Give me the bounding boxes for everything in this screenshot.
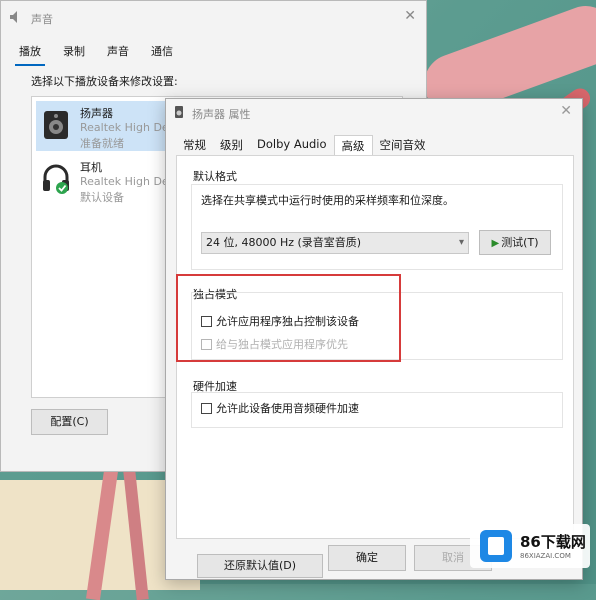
device-name: 耳机 bbox=[80, 161, 102, 174]
format-dropdown-value: 24 位, 48000 Hz (录音室音质) bbox=[206, 236, 362, 249]
brand-logo-icon bbox=[480, 530, 512, 562]
tab-communications[interactable]: 通信 bbox=[147, 41, 177, 66]
tab-playback[interactable]: 播放 bbox=[15, 41, 45, 66]
tab-sounds[interactable]: 声音 bbox=[103, 41, 133, 66]
format-dropdown[interactable]: 24 位, 48000 Hz (录音室音质) ▾ bbox=[201, 232, 469, 254]
allow-hw-label: 允许此设备使用音频硬件加速 bbox=[216, 402, 359, 415]
device-status: 准备就绪 bbox=[80, 137, 124, 150]
allow-hw-checkbox-row[interactable]: 允许此设备使用音频硬件加速 bbox=[201, 400, 359, 416]
speaker-icon bbox=[44, 111, 68, 139]
play-icon: ▶ bbox=[491, 238, 500, 249]
tab-bar: 播放 录制 声音 通信 bbox=[15, 41, 177, 66]
ok-button[interactable]: 确定 bbox=[328, 545, 406, 571]
titlebar: 声音 ✕ bbox=[1, 1, 426, 33]
allow-hw-checkbox[interactable] bbox=[201, 402, 212, 414]
restore-defaults-button[interactable]: 还原默认值(D) bbox=[197, 554, 323, 578]
speaker-icon bbox=[10, 11, 17, 23]
test-button-label: 测试(T) bbox=[501, 236, 539, 249]
chevron-down-icon: ▾ bbox=[458, 237, 464, 248]
default-format-label: 默认格式 bbox=[193, 170, 237, 183]
device-driver: Realtek High Defi bbox=[80, 175, 176, 188]
tab-recording[interactable]: 录制 bbox=[59, 41, 89, 66]
device-status: 默认设备 bbox=[80, 191, 124, 204]
default-format-description: 选择在共享模式中运行时使用的采样频率和位深度。 bbox=[201, 194, 454, 207]
close-icon[interactable]: ✕ bbox=[404, 8, 416, 24]
dialog-title: 扬声器 属性 bbox=[192, 108, 251, 121]
watermark-brand: 86下载网 bbox=[520, 533, 586, 551]
close-icon[interactable]: ✕ bbox=[560, 103, 572, 119]
watermark-sub: 86XIAZAI.COM bbox=[520, 552, 571, 560]
watermark: 86下载网 86XIAZAI.COM bbox=[470, 524, 590, 568]
test-button[interactable]: ▶ 测试(T) bbox=[479, 230, 551, 255]
speaker-icon bbox=[175, 106, 183, 118]
device-name: 扬声器 bbox=[80, 107, 113, 120]
window-title: 声音 bbox=[31, 13, 53, 26]
headphones-icon bbox=[43, 164, 69, 194]
highlight-box bbox=[176, 274, 401, 362]
device-driver: Realtek High Defi bbox=[80, 121, 176, 134]
instruction-text: 选择以下播放设备来修改设置: bbox=[31, 75, 178, 88]
configure-button[interactable]: 配置(C) bbox=[31, 409, 108, 435]
